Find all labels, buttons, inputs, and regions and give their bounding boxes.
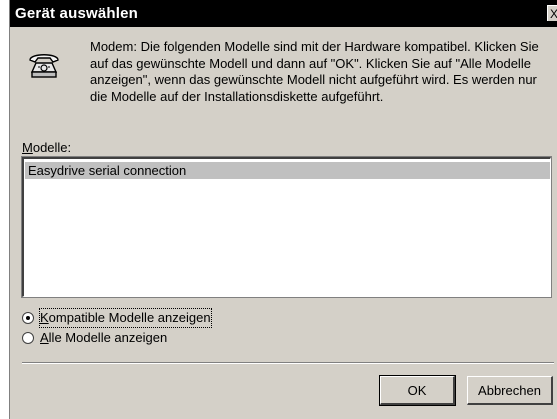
separator — [22, 362, 554, 364]
radio-dot — [26, 316, 30, 320]
models-label: Modelle: — [22, 140, 71, 155]
radio-compatible-label[interactable]: Kompatible Modelle anzeigen — [39, 308, 212, 328]
radio-button-checked[interactable] — [22, 312, 34, 324]
device-select-dialog: Gerät auswählen X Modem: Die folgenden M… — [9, 0, 557, 419]
radio-compatible-accel: K — [40, 310, 49, 325]
models-label-rest: odelle: — [32, 140, 72, 155]
window-title: Gerät auswählen — [15, 5, 139, 22]
radio-all-rest: lle Modelle anzeigen — [48, 330, 168, 345]
cancel-button[interactable]: Abbrechen — [467, 376, 553, 405]
radio-all-label[interactable]: Alle Modelle anzeigen — [40, 329, 167, 347]
models-label-accel: M — [22, 140, 33, 155]
models-listbox[interactable]: Easydrive serial connection — [21, 156, 552, 298]
radio-button-unchecked[interactable] — [22, 332, 34, 344]
title-bar[interactable]: Gerät auswählen X — [10, 0, 557, 27]
telephone-modem-icon — [29, 54, 59, 78]
ok-button[interactable]: OK — [379, 375, 456, 406]
close-button[interactable]: X — [547, 5, 557, 21]
close-icon: X — [550, 7, 557, 21]
description-text: Modem: Die folgenden Modelle sind mit de… — [90, 39, 539, 104]
radio-compatible-rest: ompatible Modelle anzeigen — [48, 310, 211, 325]
list-item[interactable]: Easydrive serial connection — [25, 162, 550, 179]
radio-all-accel: A — [40, 330, 49, 345]
